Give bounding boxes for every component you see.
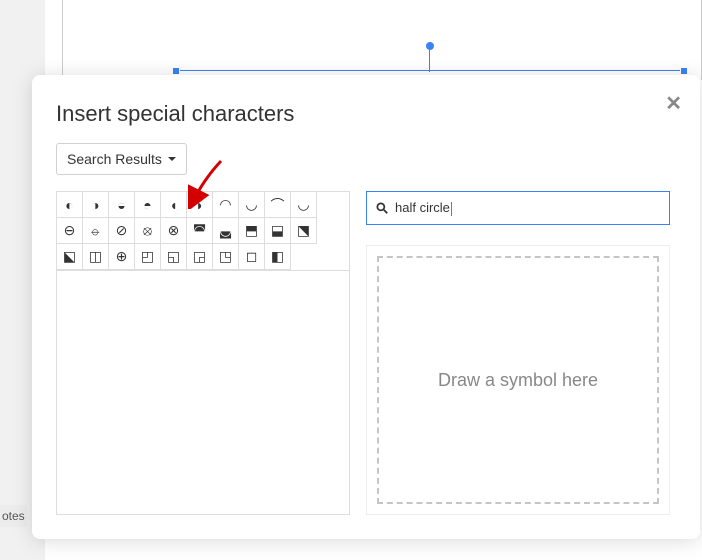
notes-tab: otes xyxy=(0,505,27,527)
char-cell[interactable]: ◳ xyxy=(212,243,239,270)
char-cell[interactable]: ◗ xyxy=(186,191,213,218)
char-cell[interactable]: ◱ xyxy=(160,243,187,270)
char-cell[interactable]: ◡ xyxy=(238,191,265,218)
char-cell[interactable]: ⬕ xyxy=(56,243,83,270)
draw-prompt: Draw a symbol here xyxy=(438,370,598,391)
char-cell[interactable]: ◡ xyxy=(290,191,317,218)
resize-handle[interactable] xyxy=(680,67,688,75)
resize-handle[interactable] xyxy=(172,67,180,75)
search-icon xyxy=(375,201,389,215)
close-icon[interactable]: ✕ xyxy=(665,91,682,116)
search-input[interactable]: half circle xyxy=(395,200,661,216)
char-cell[interactable]: ◒ xyxy=(108,191,135,218)
page-outline xyxy=(62,0,702,80)
char-cell[interactable]: ⌒ xyxy=(264,191,291,218)
dropdown-label: Search Results xyxy=(67,151,162,167)
anchor-line xyxy=(429,50,430,72)
char-cell[interactable]: ⦵ xyxy=(82,217,109,244)
char-cell[interactable]: ⬒ xyxy=(238,217,265,244)
char-cell[interactable]: ◫ xyxy=(82,243,109,270)
insert-special-characters-dialog: ✕ Insert special characters Search Resul… xyxy=(32,75,700,539)
char-cell[interactable]: ◑ xyxy=(82,191,109,218)
char-cell[interactable]: ◰ xyxy=(134,243,161,270)
char-cell[interactable]: ⊕ xyxy=(108,243,135,270)
char-cell[interactable]: ◧ xyxy=(264,243,291,270)
char-cell[interactable]: ⊖ xyxy=(56,217,83,244)
chevron-down-icon xyxy=(168,157,176,161)
search-box[interactable]: half circle xyxy=(366,191,670,225)
char-cell[interactable]: ◚ xyxy=(186,217,213,244)
anchor-handle[interactable] xyxy=(426,42,434,50)
char-cell[interactable]: ⬔ xyxy=(290,217,317,244)
char-cell[interactable]: ⬓ xyxy=(264,217,291,244)
dialog-title: Insert special characters xyxy=(56,101,676,127)
char-cell[interactable]: ◲ xyxy=(186,243,213,270)
char-cell[interactable]: ◐ xyxy=(56,191,83,218)
category-dropdown[interactable]: Search Results xyxy=(56,143,187,175)
char-cell[interactable]: ◓ xyxy=(134,191,161,218)
char-cell[interactable]: ◛ xyxy=(212,217,239,244)
char-cell[interactable]: ◖ xyxy=(160,191,187,218)
character-grid: ◐ ◑ ◒ ◓ ◖ ◗ ◠ ◡ ⌒ ◡ ⊖ ⦵ ⊘ ⦻ ⊗ ◚ xyxy=(56,191,350,271)
char-cell[interactable]: ⊗ xyxy=(160,217,187,244)
draw-symbol-area[interactable]: Draw a symbol here xyxy=(366,245,670,515)
char-cell[interactable]: ◻ xyxy=(238,243,265,270)
char-cell[interactable]: ⦻ xyxy=(134,217,161,244)
grid-empty-area xyxy=(56,271,350,515)
char-cell[interactable]: ◠ xyxy=(212,191,239,218)
char-cell[interactable]: ⊘ xyxy=(108,217,135,244)
